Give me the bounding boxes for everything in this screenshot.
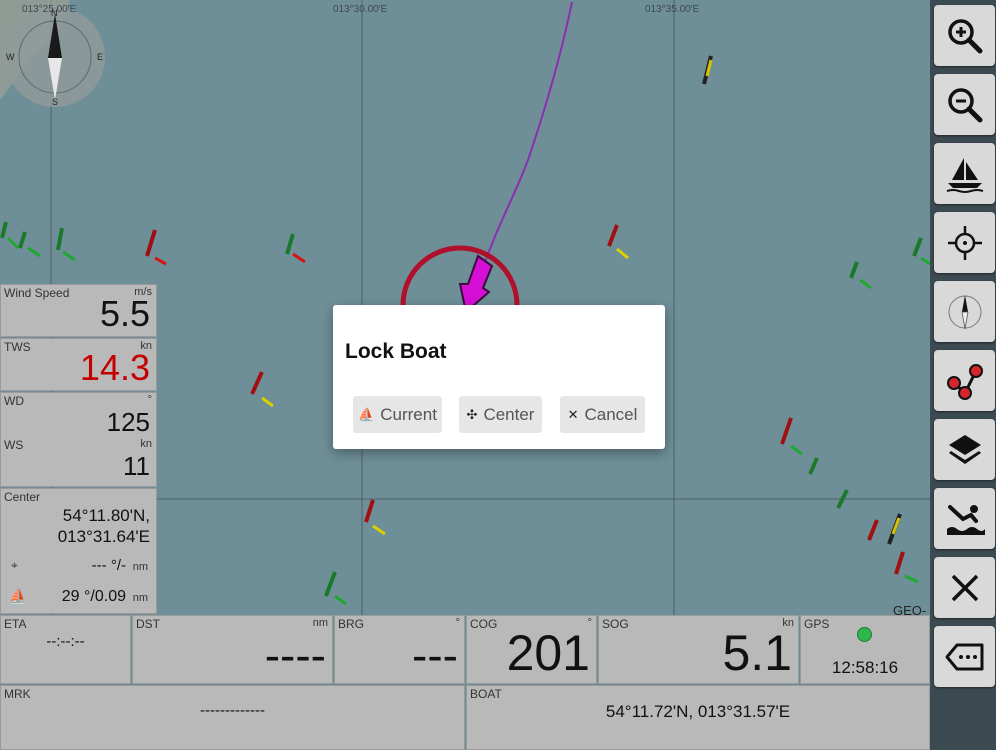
zoom-in-button[interactable] [934,5,995,66]
panel-label: BOAT [470,687,502,701]
eta-panel[interactable]: ETA --:--:-- [0,615,131,684]
compass-icon [948,294,981,329]
panel-label: GPS [804,617,830,631]
current-button[interactable]: ⛵ Current [353,396,442,433]
mrk-value: ------------- [200,702,265,719]
close-icon [951,574,978,601]
crosshair-icon [947,225,982,260]
cancel-label: Cancel [584,404,638,424]
close-icon: ✕ [567,406,579,422]
mrk-panel[interactable]: MRK ------------- [0,685,465,750]
panel-label: COG [470,617,498,631]
sog-panel[interactable]: SOG kn 5.1 [598,615,799,684]
back-icon [945,643,983,670]
center-button[interactable] [934,212,995,273]
boat-icon [946,157,983,193]
panel-label: ETA [4,617,27,631]
compass-button[interactable] [934,281,995,342]
cog-panel[interactable]: COG ° 201 [466,615,597,684]
dst-value: ---- [264,629,326,681]
lock-boat-dialog: Lock Boat ⛵ Current ✣ Center ✕ Cancel [333,305,665,449]
boat-panel[interactable]: BOAT 54°11.72'N, 013°31.57'E [466,685,930,750]
dialog-title: Lock Boat [345,340,447,363]
man-overboard-icon [946,504,985,535]
eta-value: --:--:-- [46,633,85,650]
brg-panel[interactable]: BRG ° --- [334,615,465,684]
layers-button[interactable] [934,419,995,480]
gps-panel[interactable]: GPS 12:58:16 [800,615,930,684]
boat-position: 54°11.72'N, 013°31.57'E [605,702,791,721]
cancel-button[interactable]: ✕ Cancel [560,396,645,433]
right-toolbar [930,0,996,750]
panel-label: SOG [602,617,629,631]
gps-time: 12:58:16 [831,658,899,677]
back-button[interactable] [934,626,995,687]
brg-value: --- [412,629,458,681]
panel-label: BRG [338,617,365,631]
dialog-overlay: Lock Boat ⛵ Current ✣ Center ✕ Cancel [0,0,930,615]
lock-boat-button[interactable] [934,143,995,204]
center-dialog-button[interactable]: ✣ Center [459,396,542,433]
panel-label: DST [136,617,160,631]
current-label: Current [380,404,437,424]
zoom-out-icon [947,87,982,122]
gps-status-indicator [857,627,872,642]
sog-value: 5.1 [722,625,792,681]
layers-icon [948,434,981,464]
man-overboard-button[interactable] [934,488,995,549]
zoom-in-icon [947,18,982,53]
cog-value: 201 [506,625,590,681]
dst-panel[interactable]: DST nm ---- [132,615,333,684]
panel-label: MRK [4,687,31,701]
crosshair-icon: ✣ [466,406,478,422]
zoom-out-button[interactable] [934,74,995,135]
close-button[interactable] [934,557,995,618]
boat-icon: ⛵ [358,406,375,422]
route-button[interactable] [934,350,995,411]
center-label: Center [483,404,535,424]
route-icon [946,363,983,400]
